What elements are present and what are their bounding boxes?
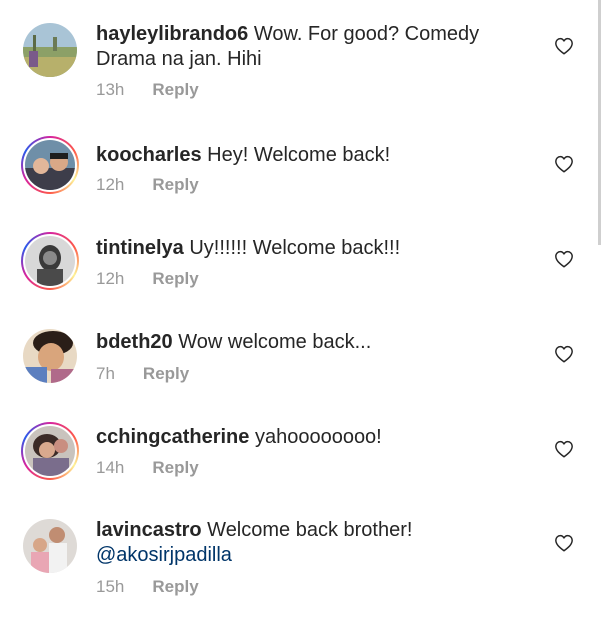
heart-outline-icon[interactable] (554, 155, 574, 173)
comment-meta: 14h Reply (96, 458, 199, 478)
reply-button[interactable]: Reply (152, 577, 198, 596)
comment-body: Hey! Welcome back! (207, 144, 391, 166)
cchingcatherine-avatar (25, 426, 75, 476)
avatar[interactable] (21, 327, 79, 385)
comment-username[interactable]: koocharles (96, 144, 202, 166)
reply-button[interactable]: Reply (152, 80, 198, 99)
tintinelya-avatar (25, 236, 75, 286)
comment-text: bdeth20 Wow welcome back... (96, 330, 516, 355)
hayleylibrando6-avatar (23, 23, 77, 77)
reply-button[interactable]: Reply (152, 269, 198, 288)
comment-meta: 12h Reply (96, 269, 199, 289)
avatar[interactable] (21, 422, 79, 480)
heart-outline-icon[interactable] (554, 250, 574, 268)
comment-username[interactable]: tintinelya (96, 237, 184, 259)
reply-button[interactable]: Reply (152, 458, 198, 477)
comment-text: tintinelya Uy!!!!!! Welcome back!!! (96, 236, 516, 261)
comment-meta: 12h Reply (96, 175, 199, 195)
comment-meta: 15h Reply (96, 577, 199, 597)
comment-time: 13h (96, 80, 125, 99)
comment-time: 7h (96, 364, 115, 383)
comment-meta: 13h Reply (96, 80, 199, 100)
avatar[interactable] (21, 517, 79, 575)
reply-button[interactable]: Reply (152, 175, 198, 194)
comment-time: 12h (96, 175, 125, 194)
comment-meta: 7h Reply (96, 364, 189, 384)
comment-body: Wow welcome back... (178, 331, 372, 353)
comment-username[interactable]: hayleylibrando6 (96, 23, 248, 45)
comment-username[interactable]: lavincastro (96, 519, 202, 541)
comment-text: koocharles Hey! Welcome back! (96, 143, 516, 168)
mention-link[interactable]: @akosirjpadilla (96, 544, 232, 566)
comment-body: Uy!!!!!! Welcome back!!! (189, 237, 401, 259)
avatar[interactable] (21, 232, 79, 290)
koocharles-avatar (25, 140, 75, 190)
heart-outline-icon[interactable] (554, 440, 574, 458)
avatar[interactable] (21, 136, 79, 194)
lavincastro-avatar (23, 519, 77, 573)
comment-username[interactable]: bdeth20 (96, 331, 173, 353)
comment-text: cchingcatherine yahoooooooo! (96, 425, 516, 450)
heart-outline-icon[interactable] (554, 345, 574, 363)
bdeth20-avatar (23, 329, 77, 383)
heart-outline-icon[interactable] (554, 37, 574, 55)
comment-time: 12h (96, 269, 125, 288)
comment-text: hayleylibrando6 Wow. For good? Comedy Dr… (96, 22, 516, 72)
avatar[interactable] (21, 21, 79, 79)
comment-body: yahoooooooo! (254, 426, 382, 448)
reply-button[interactable]: Reply (143, 364, 189, 383)
comment-time: 14h (96, 458, 125, 477)
comment-username[interactable]: cchingcatherine (96, 426, 249, 448)
comment-body: Welcome back brother! (207, 519, 413, 541)
comment-text: lavincastro Welcome back brother! @akosi… (96, 518, 516, 568)
comment-time: 15h (96, 577, 125, 596)
comment-body: Wow. For good? Comedy (253, 23, 480, 45)
heart-outline-icon[interactable] (554, 534, 574, 552)
comment-body-line2: Drama na jan. Hihi (96, 48, 262, 70)
